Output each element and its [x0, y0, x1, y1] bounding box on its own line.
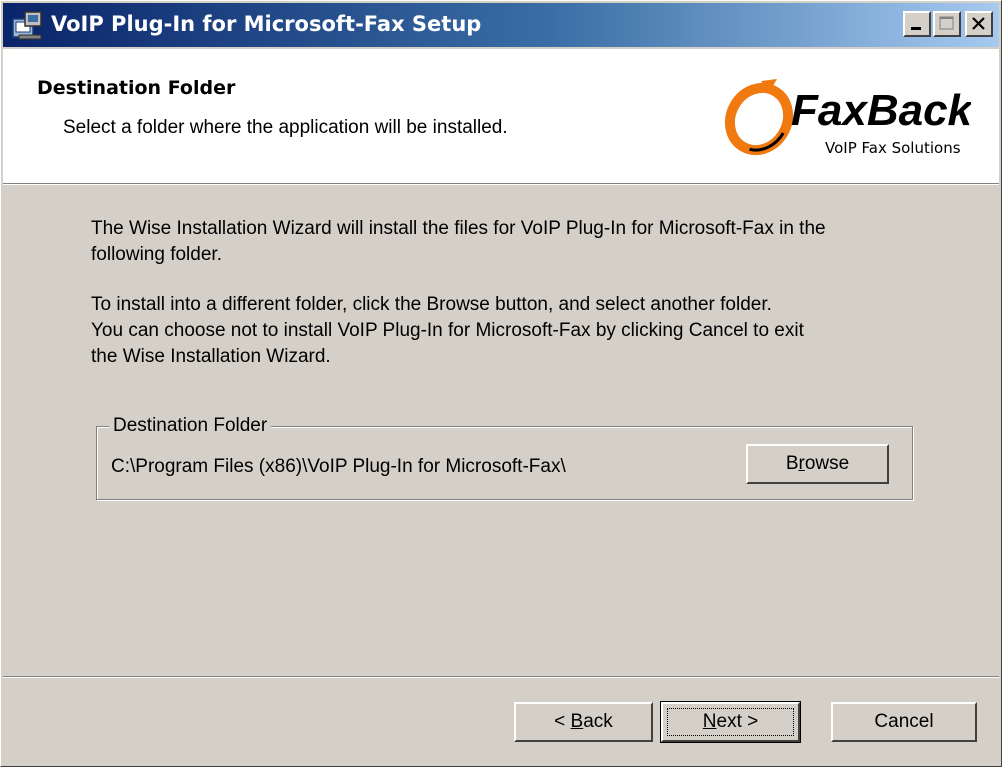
faxback-logo: FaxBack VoIP Fax Solutions [724, 79, 971, 157]
wizard-header: Destination Folder Select a folder where… [3, 49, 999, 183]
close-button[interactable] [965, 11, 993, 37]
setup-window: VoIP Plug-In for Microsoft-Fax Setup Des… [0, 0, 1002, 767]
instruction-line-2: You can choose not to install VoIP Plug-… [91, 320, 804, 341]
close-icon [972, 17, 985, 30]
title-bar[interactable]: VoIP Plug-In for Microsoft-Fax Setup [3, 3, 999, 47]
instruction-line-1: To install into a different folder, clic… [91, 294, 772, 315]
next-button[interactable]: Next > [660, 701, 801, 743]
destination-path: C:\Program Files (x86)\VoIP Plug-In for … [111, 456, 566, 477]
page-subtitle: Select a folder where the application wi… [63, 117, 508, 138]
back-button[interactable]: < Back [514, 702, 653, 742]
browse-label-pre: B [785, 453, 799, 474]
back-label-pre: < [554, 711, 571, 732]
page-title: Destination Folder [37, 77, 236, 99]
browse-label-post: owse [804, 453, 850, 474]
header-separator [3, 183, 999, 185]
minimize-button[interactable] [903, 11, 931, 37]
destination-group-label: Destination Folder [109, 415, 272, 437]
focus-rectangle [667, 708, 794, 736]
maximize-icon [939, 16, 954, 30]
cancel-button[interactable]: Cancel [831, 702, 977, 742]
logo-name: FaxBack [791, 86, 971, 135]
minimize-icon [911, 27, 921, 30]
window-title: VoIP Plug-In for Microsoft-Fax Setup [51, 12, 482, 36]
instruction-line-3: the Wise Installation Wizard. [91, 346, 331, 367]
back-label-accel: B [570, 711, 584, 732]
browse-button[interactable]: Browse [746, 444, 889, 484]
setup-app-icon [12, 11, 42, 40]
intro-line-1: The Wise Installation Wizard will instal… [91, 218, 826, 239]
footer-separator [3, 676, 999, 678]
back-label-post: ack [583, 711, 613, 732]
logo-tagline: VoIP Fax Solutions [825, 139, 961, 157]
intro-line-2: following folder. [91, 244, 222, 265]
maximize-button[interactable] [933, 11, 961, 37]
